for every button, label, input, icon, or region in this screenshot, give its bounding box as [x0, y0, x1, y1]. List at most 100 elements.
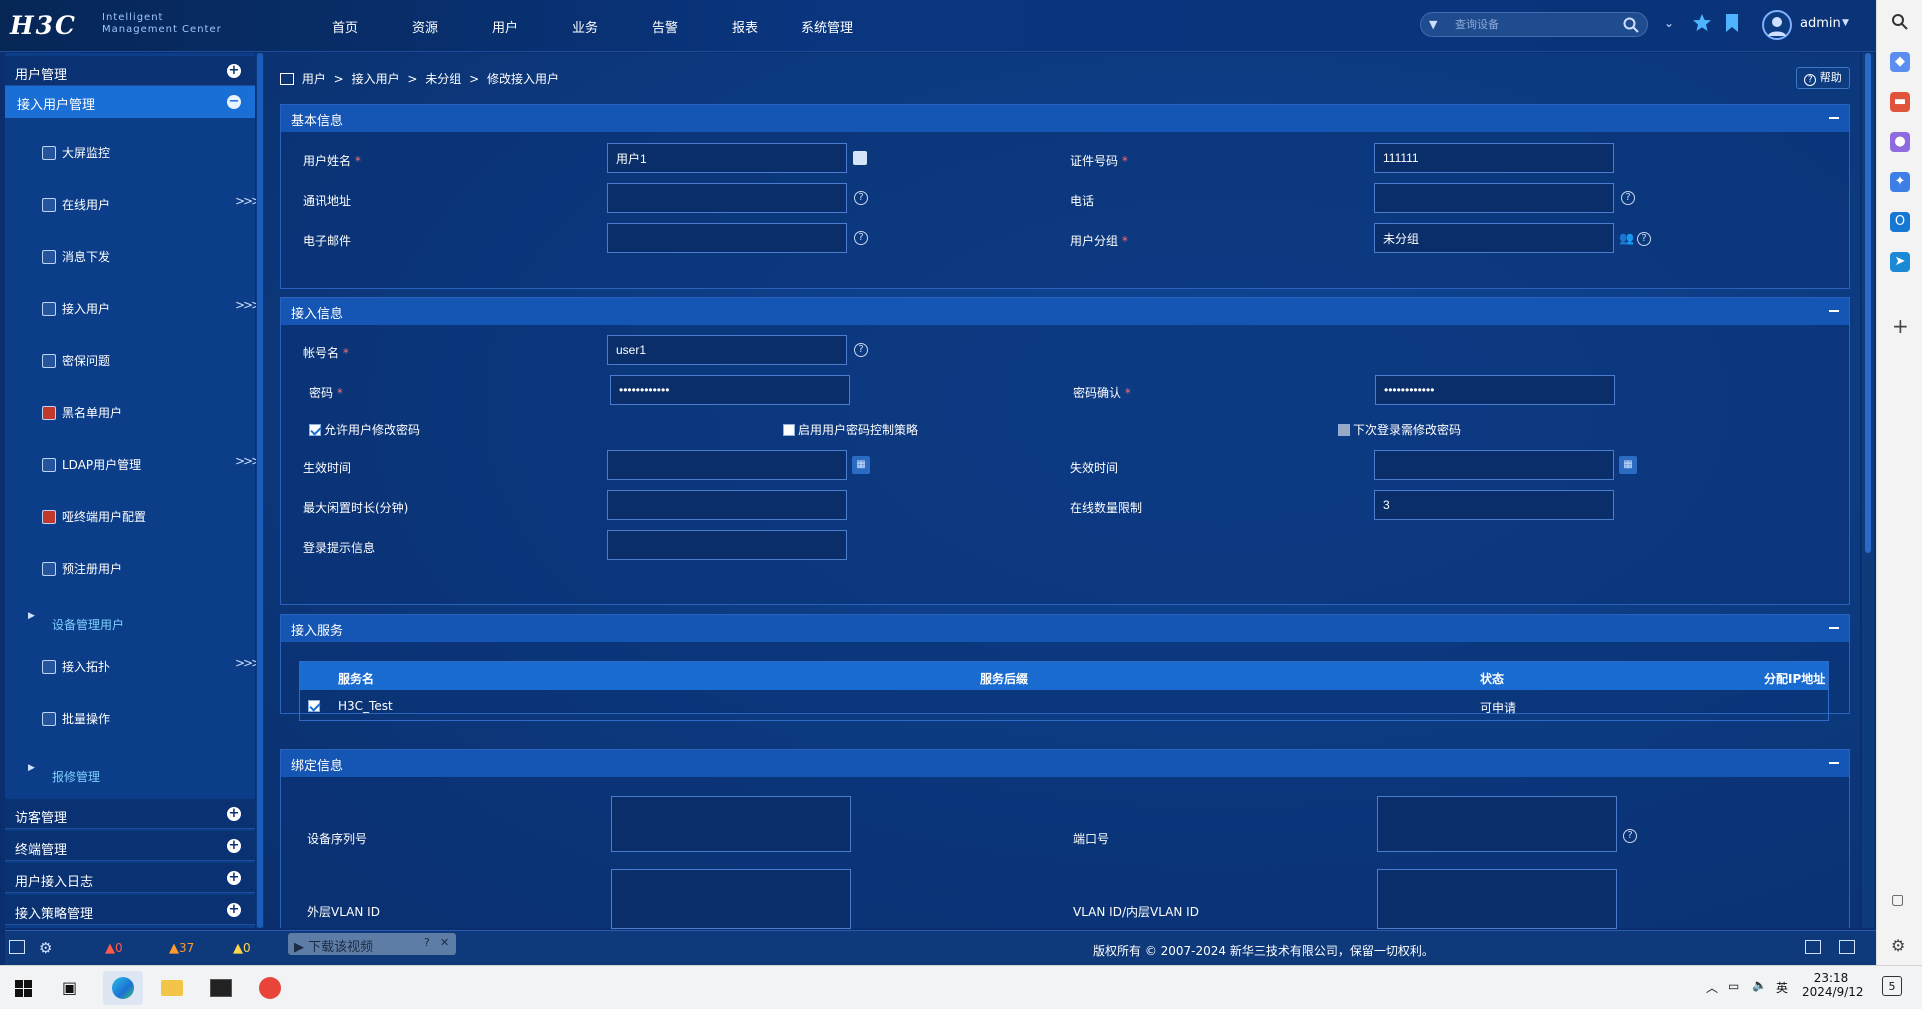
toolbox-icon[interactable]: ▬: [1890, 92, 1910, 112]
chevron-down-icon[interactable]: ⌄: [1664, 16, 1674, 30]
phone-input[interactable]: [1374, 183, 1614, 213]
volume-icon[interactable]: 🔈: [1752, 978, 1767, 992]
sidebar-section-access-user-management[interactable]: 接入用户管理 −: [5, 86, 255, 118]
task-view-icon[interactable]: ▣: [62, 978, 77, 997]
checkbox-unchecked[interactable]: [783, 424, 795, 436]
back-icon[interactable]: [1805, 940, 1821, 954]
sidebar-item-dumb-terminal[interactable]: 哑终端用户配置: [42, 508, 146, 525]
network-icon[interactable]: ▭: [1728, 979, 1739, 993]
password-input[interactable]: [610, 375, 850, 405]
nav-resource[interactable]: 资源: [412, 17, 438, 36]
sidebar-item-ldap[interactable]: LDAP用户管理: [42, 456, 141, 473]
avatar[interactable]: [1762, 10, 1792, 40]
password-policy-checkbox[interactable]: 启用用户密码控制策略: [783, 421, 918, 438]
help-question-icon[interactable]: ?: [1623, 829, 1637, 843]
sidebar-section-access-log[interactable]: 用户接入日志 +: [5, 863, 255, 893]
online-limit-input[interactable]: [1374, 490, 1614, 520]
caret-right-icon[interactable]: ▶: [28, 763, 35, 773]
scrollbar-thumb[interactable]: [1865, 53, 1871, 553]
sidebar-link-repair[interactable]: 报修管理: [52, 768, 100, 785]
help-question-icon[interactable]: ?: [854, 343, 868, 357]
sidebar-scrollbar[interactable]: [256, 53, 264, 928]
sidebar-item-message[interactable]: 消息下发: [42, 248, 110, 265]
tag-icon[interactable]: ◆: [1890, 52, 1910, 72]
major-alarm-count[interactable]: ▲37: [169, 941, 194, 956]
clock[interactable]: 23:18 2024/9/12: [1802, 971, 1864, 999]
user-card-icon[interactable]: [853, 151, 867, 165]
favorite-star-icon[interactable]: [1692, 13, 1712, 33]
sidebar-section-user-management[interactable]: 用户管理 +: [5, 56, 255, 86]
port-textarea[interactable]: [1377, 796, 1617, 852]
windows-start-icon[interactable]: [15, 980, 32, 997]
address-input[interactable]: [607, 183, 847, 213]
max-idle-input[interactable]: [607, 490, 847, 520]
id-number-input[interactable]: [1374, 143, 1614, 173]
change-password-next-login-checkbox[interactable]: 下次登录需修改密码: [1338, 421, 1461, 438]
device-serial-textarea[interactable]: [611, 796, 851, 852]
checkbox-disabled[interactable]: [1338, 424, 1350, 436]
settings-gear-icon[interactable]: ⚙: [39, 939, 52, 957]
send-icon[interactable]: ➤: [1890, 252, 1910, 272]
sidebar-item-access-users[interactable]: 接入用户: [42, 300, 110, 317]
col-status[interactable]: 状态: [1480, 670, 1504, 687]
sidebar-item-access-topology[interactable]: 接入拓扑: [42, 658, 110, 675]
collapse-icon[interactable]: [1829, 762, 1839, 764]
collapse-minus-icon[interactable]: −: [227, 95, 241, 109]
media-app-icon[interactable]: [250, 971, 290, 1005]
expand-plus-icon[interactable]: +: [227, 871, 241, 885]
outlook-icon[interactable]: O: [1890, 212, 1910, 232]
search-type-icon[interactable]: ▼: [1429, 18, 1437, 31]
nav-report[interactable]: 报表: [732, 17, 758, 36]
expand-plus-icon[interactable]: +: [227, 64, 241, 78]
col-service-suffix[interactable]: 服务后缀: [980, 670, 1028, 687]
help-icon[interactable]: ?: [424, 936, 430, 949]
window-icon[interactable]: [9, 940, 25, 954]
collapse-icon[interactable]: [1829, 117, 1839, 119]
nav-system[interactable]: 系统管理: [801, 17, 853, 36]
effective-time-input[interactable]: [607, 450, 847, 480]
nav-service[interactable]: 业务: [572, 17, 598, 36]
copilot-icon[interactable]: ✦: [1890, 172, 1910, 192]
search-icon[interactable]: [1891, 13, 1909, 31]
user-name-input[interactable]: [607, 143, 847, 173]
crumb-access-user[interactable]: 接入用户: [352, 72, 400, 86]
sidebar-section-terminal[interactable]: 终端管理 +: [5, 831, 255, 861]
sidebar-section-guest[interactable]: 访客管理 +: [5, 799, 255, 829]
help-button[interactable]: ? 帮助: [1796, 67, 1850, 89]
help-question-icon[interactable]: ?: [854, 231, 868, 245]
inner-vlan-textarea[interactable]: [1377, 869, 1617, 929]
crumb-user[interactable]: 用户: [302, 72, 326, 86]
main-scrollbar[interactable]: [1862, 53, 1874, 928]
expand-plus-icon[interactable]: +: [227, 903, 241, 917]
notification-icon[interactable]: 5: [1882, 976, 1902, 996]
add-icon[interactable]: +: [1892, 314, 1909, 338]
outer-vlan-textarea[interactable]: [611, 869, 851, 929]
calendar-icon[interactable]: ▦: [1619, 456, 1637, 474]
caret-right-icon[interactable]: ▶: [28, 611, 35, 621]
settings-gear-icon[interactable]: ⚙: [1891, 936, 1905, 955]
video-download-overlay[interactable]: ▶ 下载该视频 ? ✕: [288, 933, 456, 955]
checkbox-checked[interactable]: [309, 424, 321, 436]
user-menu-caret-icon[interactable]: ▼: [1842, 18, 1849, 28]
sidebar-item-blacklist[interactable]: 黑名单用户: [42, 404, 122, 421]
file-explorer-icon[interactable]: [152, 971, 192, 1005]
close-icon[interactable]: ✕: [440, 936, 449, 949]
username[interactable]: admin: [1800, 16, 1841, 31]
password-confirm-input[interactable]: [1375, 375, 1615, 405]
crumb-ungrouped[interactable]: 未分组: [425, 72, 461, 86]
search-input[interactable]: [1455, 16, 1615, 34]
sidebar-item-big-screen[interactable]: 大屏监控: [42, 144, 110, 161]
sidebar-item-online-users[interactable]: 在线用户: [42, 196, 110, 213]
critical-alarm-count[interactable]: ▲0: [105, 941, 123, 956]
fullscreen-icon[interactable]: [1839, 940, 1855, 954]
expire-time-input[interactable]: [1374, 450, 1614, 480]
help-question-icon[interactable]: ?: [1621, 191, 1635, 205]
nav-user[interactable]: 用户: [492, 17, 518, 36]
login-tip-input[interactable]: [607, 530, 847, 560]
bookmark-icon[interactable]: [1724, 13, 1740, 33]
sidebar-item-preregister[interactable]: 预注册用户: [42, 560, 122, 577]
nav-alarm[interactable]: 告警: [652, 17, 678, 36]
search-icon[interactable]: [1623, 17, 1639, 33]
scrollbar-thumb[interactable]: [257, 53, 263, 928]
nav-home[interactable]: 首页: [332, 17, 358, 36]
